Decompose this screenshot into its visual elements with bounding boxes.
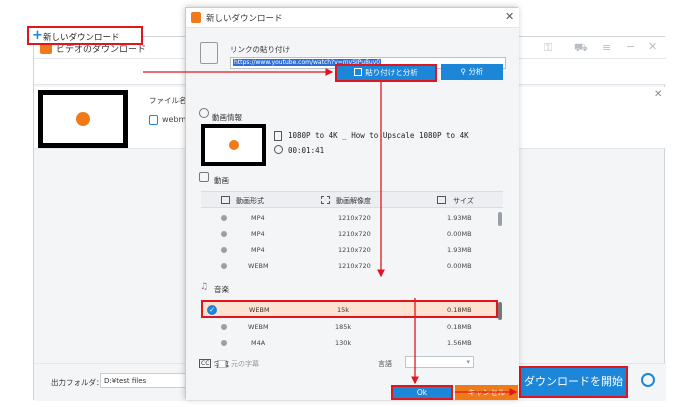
video-thumbnail: [201, 124, 266, 166]
radio-icon[interactable]: [221, 263, 227, 269]
radio-icon[interactable]: [221, 324, 227, 330]
dialog-body: リンクの貼り付け https://www.youtube.com/watch?v…: [186, 28, 519, 400]
row-bitrate: 130k: [335, 339, 352, 347]
language-select[interactable]: ▾: [405, 356, 474, 368]
video-scrollbar[interactable]: [498, 212, 502, 226]
row-size: 0.00MB: [447, 230, 472, 238]
video-section-label: 動画: [214, 176, 229, 185]
start-download-button[interactable]: ダウンロードを開始: [519, 366, 628, 398]
document-icon: [274, 131, 282, 141]
paste-icon: [354, 68, 363, 76]
row-size: 1.93MB: [447, 246, 472, 254]
header-resolution: 動画解像度: [336, 197, 371, 205]
paste-and-analyze-button[interactable]: 貼り付けと分析: [335, 64, 437, 82]
play-icon: [228, 140, 239, 150]
header-size: サイズ: [453, 197, 474, 205]
radio-icon[interactable]: [221, 231, 227, 237]
row-resolution: 1210x720: [338, 246, 371, 254]
video-row[interactable]: MP4 1210x720 0.00MB: [201, 226, 503, 242]
music-icon: ♫: [200, 282, 209, 292]
radio-icon[interactable]: [221, 215, 227, 221]
output-folder-label: 出力フォルダ：: [51, 378, 104, 387]
video-duration: 00:01:41: [288, 146, 325, 155]
row-resolution: 1210x720: [338, 214, 371, 222]
row-resolution: 1210x720: [338, 230, 371, 238]
task-thumbnail: [38, 90, 128, 148]
video-table-header: 動画形式 動画解像度 サイズ: [201, 191, 503, 208]
dialog-title: 新しいダウンロード: [206, 14, 283, 24]
row-format: MP4: [251, 214, 265, 222]
minimize-icon[interactable]: −: [626, 40, 635, 53]
new-download-button[interactable]: + 新しいダウンロード: [27, 26, 143, 45]
paste-and-analyze-label: 貼り付けと分析: [365, 68, 418, 77]
ok-button[interactable]: Ok: [391, 385, 453, 400]
audio-row[interactable]: M4A 130k 1.56MB: [201, 335, 503, 351]
row-bitrate: 15k: [337, 306, 350, 314]
task-format: webm: [162, 115, 187, 124]
video-info-label: 動画情報: [212, 113, 242, 122]
row-size: 1.56MB: [447, 339, 472, 347]
audio-row[interactable]: WEBM 185k 0.18MB: [201, 319, 503, 335]
radio-icon[interactable]: [221, 340, 227, 346]
plus-icon: +: [32, 28, 43, 43]
row-format: WEBM: [248, 262, 269, 270]
audio-scrollbar[interactable]: [498, 302, 502, 320]
cc-icon: CC: [199, 359, 212, 368]
play-icon: [76, 112, 90, 126]
size-icon: [437, 196, 446, 204]
video-section-icon: [199, 172, 209, 182]
cancel-button[interactable]: キャンセル: [455, 385, 518, 400]
resolution-icon: [321, 196, 330, 204]
original-subtitle-checkbox[interactable]: [218, 360, 226, 368]
row-format: MP4: [251, 230, 265, 238]
dialog-close-icon[interactable]: ✕: [505, 10, 514, 23]
cart-icon[interactable]: ⛟: [574, 41, 588, 56]
audio-row-selected[interactable]: ✓ WEBM 15k 0.18MB: [201, 300, 498, 318]
row-format: WEBM: [249, 306, 270, 314]
film-icon: [221, 196, 230, 204]
header-format: 動画形式: [236, 197, 264, 205]
video-row[interactable]: WEBM 1210x720 0.00MB: [201, 258, 503, 274]
chevron-down-icon: ▾: [466, 358, 470, 366]
row-format: M4A: [251, 339, 266, 347]
key-icon[interactable]: ⚿: [544, 41, 552, 55]
video-row[interactable]: MP4 1210x720 1.93MB: [201, 242, 503, 258]
dialog-app-icon: [191, 12, 201, 23]
row-size: 1.93MB: [447, 214, 472, 222]
alarm-clock-icon[interactable]: [641, 373, 655, 387]
link-label: リンクの貼り付け: [230, 45, 290, 54]
close-icon[interactable]: ✕: [648, 40, 657, 53]
analyze-label: 分析: [468, 67, 484, 76]
row-size: 0.18MB: [447, 323, 472, 331]
row-bitrate: 185k: [335, 323, 352, 331]
file-icon: [149, 115, 158, 125]
menu-icon[interactable]: ≡: [602, 41, 611, 54]
video-row[interactable]: MP4 1210x720 1.93MB: [201, 210, 503, 226]
link-icon: [200, 42, 218, 64]
row-resolution: 1210x720: [338, 262, 371, 270]
audio-section-label: 音楽: [214, 285, 229, 294]
clock-icon: [274, 145, 283, 154]
language-label: 言語: [378, 360, 392, 368]
task-close-icon[interactable]: ✕: [654, 89, 662, 100]
row-format: WEBM: [248, 323, 269, 331]
row-size: 0.00MB: [447, 262, 472, 270]
analyze-button[interactable]: ⚲ 分析: [441, 64, 503, 80]
radio-icon[interactable]: [221, 247, 227, 253]
row-size: 0.18MB: [447, 306, 472, 314]
check-icon[interactable]: ✓: [207, 305, 217, 315]
new-download-label: 新しいダウンロード: [43, 33, 120, 43]
original-subtitle-label: 元の字幕: [231, 360, 259, 368]
dialog-title-bar: 新しいダウンロード ✕: [186, 8, 519, 28]
video-title: 1080P to 4K _ How to Upscale 1080P to 4K: [288, 131, 469, 140]
info-icon: [199, 108, 209, 118]
row-format: MP4: [251, 246, 265, 254]
